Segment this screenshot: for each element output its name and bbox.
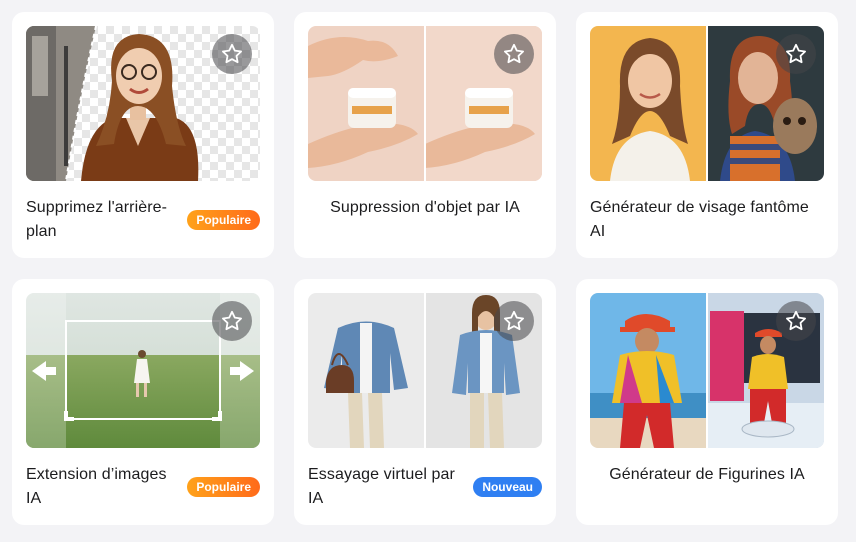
favorite-button[interactable]: [776, 34, 816, 74]
tool-card-object-removal[interactable]: Suppression d'objet par IA: [294, 12, 556, 258]
tool-title: Générateur de visage fantôme AI: [590, 199, 809, 240]
star-outline-icon: [504, 43, 524, 64]
favorite-button[interactable]: [494, 34, 534, 74]
tool-title: Essayage virtuel par IA: [308, 466, 455, 507]
tool-card-virtual-try-on[interactable]: Essayage virtuel par IA Nouveau: [294, 279, 556, 525]
tool-title: Générateur de Figurines IA: [609, 466, 805, 483]
star-outline-icon: [504, 310, 524, 331]
tool-thumbnail: [26, 293, 260, 448]
favorite-button[interactable]: [776, 301, 816, 341]
badge-nouveau: Nouveau: [473, 477, 542, 497]
tool-thumbnail: [308, 293, 542, 448]
tool-thumbnail: [308, 26, 542, 181]
favorite-button[interactable]: [494, 301, 534, 341]
badge-populaire: Populaire: [187, 210, 260, 230]
tool-thumbnail: [590, 293, 824, 448]
star-outline-icon: [222, 310, 242, 331]
tool-thumbnail: [590, 26, 824, 181]
tool-card-figurine-generator[interactable]: Générateur de Figurines IA: [576, 279, 838, 525]
tool-card-ghost-face[interactable]: Générateur de visage fantôme AI: [576, 12, 838, 258]
tool-card-image-extension[interactable]: Extension d’images IA Populaire: [12, 279, 274, 525]
tool-title: Supprimez l'arrière-plan: [26, 199, 168, 240]
star-outline-icon: [786, 43, 806, 64]
badge-populaire: Populaire: [187, 477, 260, 497]
star-outline-icon: [222, 43, 242, 64]
tool-title: Extension d’images IA: [26, 466, 167, 507]
tool-thumbnail: [26, 26, 260, 181]
favorite-button[interactable]: [212, 301, 252, 341]
star-outline-icon: [786, 310, 806, 331]
tool-title: Suppression d'objet par IA: [330, 199, 520, 216]
favorite-button[interactable]: [212, 34, 252, 74]
tool-card-background-removal[interactable]: Supprimez l'arrière-plan Populaire: [12, 12, 274, 258]
